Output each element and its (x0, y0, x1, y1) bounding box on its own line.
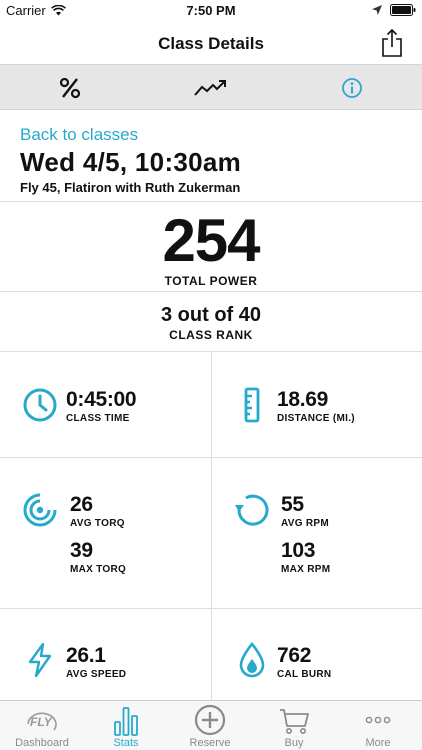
class-rank-section: 3 out of 40 CLASS RANK (0, 292, 422, 352)
tab-buy[interactable]: Buy (252, 701, 336, 750)
tab-reserve-label: Reserve (189, 737, 231, 749)
rpm-rotate-icon (235, 494, 269, 526)
status-right (372, 4, 416, 16)
avg-rpm-value: 55 (281, 493, 304, 516)
distance-label: DISTANCE (MI.) (277, 413, 355, 424)
share-button[interactable] (380, 28, 404, 58)
tab-buy-label: Buy (284, 737, 304, 749)
trend-icon (194, 80, 226, 96)
tab-dashboard[interactable]: FLY Dashboard (0, 701, 84, 750)
avg-rpm-label: AVG RPM (281, 518, 330, 529)
avg-torq-value: 26 (70, 493, 93, 516)
percent-icon (59, 77, 81, 99)
class-header: Back to classes Wed 4/5, 10:30am Fly 45,… (0, 110, 422, 202)
grid-divider-row-2 (0, 608, 422, 609)
tab-dashboard-label: Dashboard (15, 737, 69, 749)
bottom-tab-bar: FLY Dashboard Stats Reserve Buy More (0, 700, 422, 750)
nav-bar: Class Details (0, 22, 422, 64)
class-date: Wed 4/5, 10:30am (20, 147, 242, 177)
grid-divider-row-1 (0, 457, 422, 458)
fly-logo-icon: FLY (27, 712, 57, 731)
cal-burn-value: 762 (277, 644, 312, 667)
status-time: 7:50 PM (186, 3, 236, 18)
ruler-icon (244, 387, 260, 423)
max-torq-label: MAX TORQ (70, 564, 127, 575)
tab-reserve[interactable]: Reserve (168, 701, 252, 750)
distance-value: 18.69 (277, 388, 329, 411)
tab-more[interactable]: More (336, 701, 420, 750)
avg-torq-label: AVG TORQ (70, 518, 125, 529)
page-title: Class Details (158, 34, 264, 53)
class-rank-value: 3 out of 40 (160, 304, 261, 326)
status-bar: Carrier 7:50 PM (0, 0, 422, 22)
total-power-label: TOTAL POWER (164, 274, 258, 288)
share-icon (382, 28, 402, 57)
class-rank-label: CLASS RANK (169, 328, 253, 342)
detail-segment-bar (0, 64, 422, 110)
max-torq-value: 39 (70, 539, 93, 562)
class-description: Fly 45, Flatiron with Ruth Zukerman (20, 180, 241, 195)
class-time-label: CLASS TIME (66, 413, 130, 424)
flame-icon (239, 642, 265, 678)
lightning-icon (28, 642, 52, 678)
total-power-section: 254 TOTAL POWER (0, 202, 422, 292)
cart-icon (280, 709, 309, 734)
tab-stats-label: Stats (113, 737, 139, 749)
avg-speed-label: AVG SPEED (66, 669, 127, 680)
avg-speed-value: 26.1 (66, 644, 106, 667)
more-dots-icon (365, 716, 391, 724)
grid-divider-vertical (211, 352, 212, 700)
back-to-classes-link[interactable]: Back to classes (20, 125, 138, 145)
svg-text:FLY: FLY (30, 715, 53, 729)
tab-stats[interactable]: Stats (84, 701, 168, 750)
stats-grid: 0:45:00 CLASS TIME 18.69 DISTANCE (MI.) … (0, 352, 422, 700)
info-icon (342, 78, 362, 98)
torque-spiral-icon (23, 493, 57, 527)
max-rpm-value: 103 (281, 539, 316, 562)
bar-chart-icon (114, 707, 138, 736)
battery-icon (390, 4, 416, 16)
tab-more-label: More (365, 737, 391, 749)
max-rpm-label: MAX RPM (281, 564, 331, 575)
location-arrow-icon (372, 5, 382, 15)
clock-icon (23, 388, 57, 422)
segment-info[interactable] (282, 65, 422, 111)
cal-burn-label: CAL BURN (277, 669, 332, 680)
segment-trend[interactable] (141, 65, 281, 111)
class-time-value: 0:45:00 (66, 388, 137, 411)
plus-circle-icon (194, 704, 226, 736)
total-power-value: 254 (162, 207, 260, 274)
segment-percent[interactable] (0, 65, 140, 111)
